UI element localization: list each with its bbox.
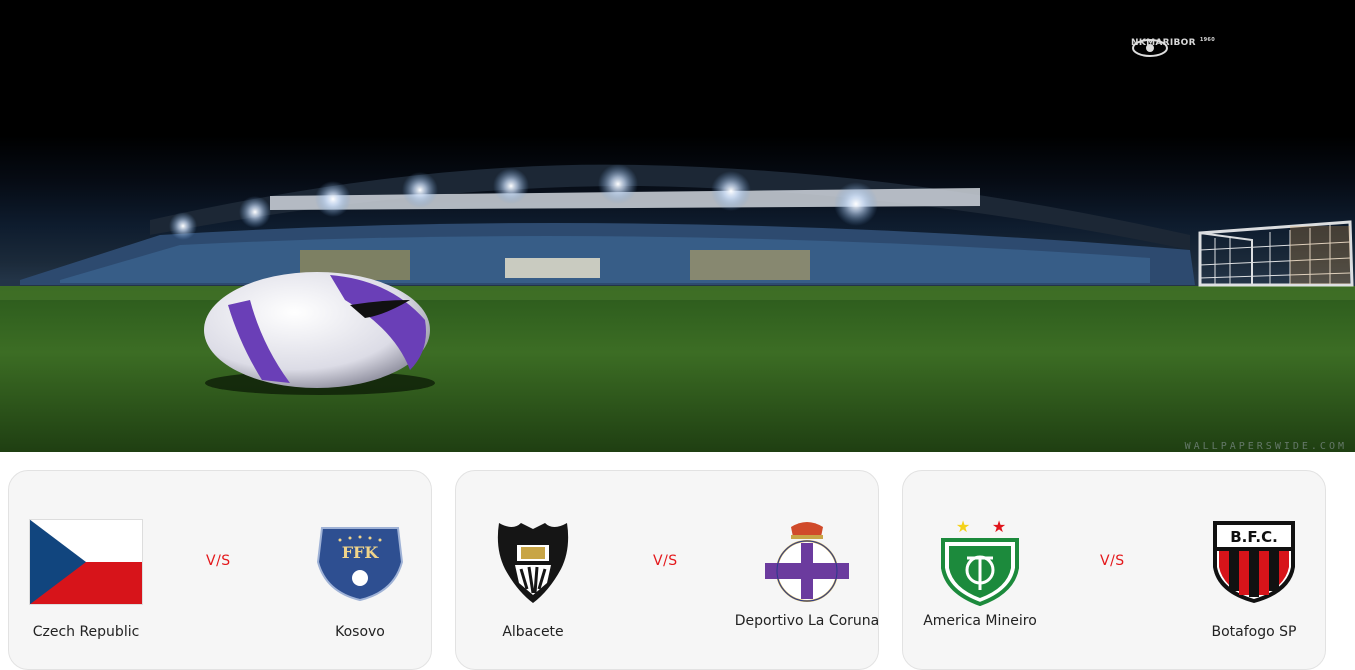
- brand-year: 1960: [1199, 37, 1215, 43]
- hero-banner: NKMARIBOR 1960 WALLPAPERSWIDE.COM: [0, 0, 1355, 452]
- deportivo-crest-icon: [750, 519, 864, 605]
- team-name-home: Albacete: [502, 624, 564, 640]
- botafogo-crest-icon: B.F.C.: [1197, 519, 1311, 605]
- match-card[interactable]: V/S Albacete Deportivo La Coruna: [455, 470, 879, 670]
- team-name-home: America Mineiro: [923, 613, 1037, 629]
- versus-label: V/S: [206, 553, 231, 569]
- america-mineiro-crest-icon: ★ ★: [923, 518, 1037, 606]
- match-card[interactable]: V/S FFK Czech Republic Kosovo: [8, 470, 432, 670]
- nk-maribor-logo: NKMARIBOR 1960: [1131, 37, 1215, 57]
- czech-flag-icon: [29, 519, 143, 605]
- team-name-away: Deportivo La Coruna: [734, 613, 880, 629]
- watermark: WALLPAPERSWIDE.COM: [1184, 441, 1347, 452]
- team-name-away: Kosovo: [335, 624, 385, 640]
- stadium-image: [0, 164, 1355, 452]
- versus-label: V/S: [1100, 553, 1125, 569]
- team-name-home: Czech Republic: [32, 624, 140, 640]
- maribor-crest-icon: [1132, 39, 1168, 57]
- svg-text:★: ★: [956, 518, 970, 536]
- ffk-crest-text: FFK: [342, 543, 380, 562]
- match-list: V/S FFK Czech Republic Kosovo V/S Albace…: [8, 470, 1348, 670]
- match-card[interactable]: ★ ★ V/S B.F.C. America Mineiro Botafogo …: [902, 470, 1326, 670]
- albacete-crest-icon: [476, 519, 590, 605]
- versus-label: V/S: [653, 553, 678, 569]
- team-name-away: Botafogo SP: [1211, 624, 1297, 640]
- botafogo-crest-text: B.F.C.: [1230, 528, 1278, 546]
- svg-text:★: ★: [992, 518, 1006, 536]
- ffk-crest-icon: FFK: [303, 519, 417, 605]
